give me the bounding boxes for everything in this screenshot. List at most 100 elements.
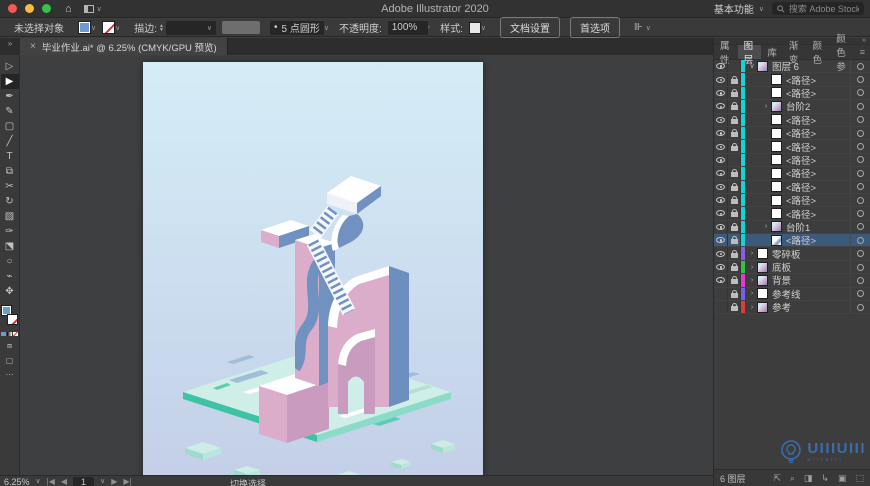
layer-thumbnail[interactable] [771, 100, 782, 112]
layer-name[interactable]: <路径> [786, 126, 816, 140]
lock-toggle[interactable] [728, 180, 741, 193]
toolbar-stroke-swatch[interactable] [6, 314, 18, 325]
layer-thumbnail[interactable] [771, 74, 782, 86]
layer-row[interactable]: <路径> [714, 180, 870, 194]
lock-toggle[interactable] [728, 247, 741, 260]
visibility-toggle[interactable] [714, 220, 728, 234]
pen-tool[interactable]: ✒ [1, 89, 19, 104]
layer-name[interactable]: <路径> [786, 140, 816, 154]
lock-toggle[interactable] [728, 287, 741, 301]
lock-toggle[interactable] [728, 274, 741, 287]
layer-row[interactable]: › 参考线 [714, 287, 870, 302]
visibility-toggle[interactable] [714, 153, 728, 167]
panel-tab-渐变[interactable]: 渐变 [783, 41, 807, 66]
prev-artboard-button[interactable]: ◀ [61, 477, 67, 486]
layer-thumbnail[interactable] [757, 60, 768, 72]
target-circle-icon[interactable] [857, 62, 864, 70]
target-circle-icon[interactable] [857, 223, 864, 231]
panel-tab-颜色参[interactable]: 颜色参 [830, 34, 860, 73]
last-artboard-button[interactable]: ▶| [123, 477, 131, 486]
target-circle-icon[interactable] [857, 156, 864, 164]
direct-selection-tool[interactable]: ▷ [1, 59, 19, 74]
none-button[interactable] [13, 332, 18, 336]
layer-name[interactable]: 底板 [772, 260, 791, 274]
panel-tab-库[interactable]: 库 [761, 45, 783, 59]
visibility-toggle[interactable] [714, 287, 728, 301]
type-tool[interactable]: T [1, 149, 19, 164]
layer-name[interactable]: 台阶2 [786, 99, 810, 113]
layer-name[interactable]: 参考线 [772, 287, 801, 301]
chevron-down-icon[interactable]: ∨ [324, 24, 329, 32]
zoom-tool[interactable]: ○ [1, 254, 19, 269]
layer-thumbnail[interactable] [771, 114, 782, 126]
layer-row[interactable]: › 台阶2 [714, 99, 870, 114]
layer-row[interactable]: › 底板 [714, 260, 870, 275]
lock-toggle[interactable] [728, 193, 741, 207]
visibility-toggle[interactable] [714, 73, 728, 86]
visibility-toggle[interactable] [714, 247, 728, 260]
expand-icon[interactable]: › [747, 277, 757, 284]
new-sublayer-icon[interactable]: ↳ [821, 473, 829, 484]
lock-toggle[interactable] [728, 73, 741, 86]
visibility-toggle[interactable] [714, 274, 728, 287]
layer-thumbnail[interactable] [771, 167, 782, 179]
stroke-weight-stepper[interactable]: ▲ ▼ [159, 23, 164, 32]
document-setup-button[interactable]: 文档设置 [500, 17, 560, 38]
lock-toggle[interactable] [728, 153, 741, 167]
color-button[interactable] [1, 332, 6, 336]
layer-name[interactable]: <路径> [786, 113, 816, 127]
layer-row[interactable]: <路径> [714, 140, 870, 154]
eyedropper-tool[interactable]: ✑ [1, 224, 19, 239]
layer-thumbnail[interactable] [771, 194, 782, 206]
fill-stroke-indicator[interactable] [0, 305, 19, 327]
layer-row[interactable]: <路径> [714, 73, 870, 87]
target-circle-icon[interactable] [857, 116, 864, 124]
layer-row[interactable]: › 台阶1 [714, 220, 870, 235]
layer-thumbnail[interactable] [757, 248, 768, 260]
layer-row[interactable]: <路径> [714, 193, 870, 208]
lock-toggle[interactable] [728, 207, 741, 220]
lock-toggle[interactable] [728, 301, 741, 314]
document-tab[interactable]: × 毕业作业.ai* @ 6.25% (CMYK/GPU 预览) [20, 38, 228, 55]
opacity-value[interactable]: 100% [387, 20, 428, 35]
target-circle-icon[interactable] [857, 263, 864, 271]
hand-tool[interactable]: ✥ [1, 284, 19, 299]
layer-thumbnail[interactable] [771, 234, 782, 246]
visibility-toggle[interactable] [714, 180, 728, 193]
chevron-down-icon[interactable]: ∨ [100, 477, 105, 485]
layer-row[interactable]: <路径> [714, 167, 870, 181]
layer-name[interactable]: <路径> [786, 73, 816, 87]
layer-name[interactable]: <路径> [786, 153, 816, 167]
expand-icon[interactable]: › [761, 223, 771, 230]
stroke-profile-select[interactable] [221, 21, 260, 34]
layer-thumbnail[interactable] [771, 181, 782, 193]
layer-row[interactable]: <路径> [714, 126, 870, 141]
layer-thumbnail[interactable] [771, 127, 782, 139]
layer-thumbnail[interactable] [757, 261, 768, 273]
expand-icon[interactable]: ∨ [747, 62, 757, 70]
opacity-chevron-icon[interactable]: › [428, 24, 430, 31]
lock-toggle[interactable] [728, 220, 741, 234]
draw-mode-icon[interactable]: ⧈ [7, 341, 12, 351]
artboard-number[interactable]: 1 [73, 477, 95, 486]
fill-color-swatch[interactable] [78, 21, 91, 34]
layer-name[interactable]: 背景 [772, 273, 791, 287]
layer-name[interactable]: <路径> [786, 86, 816, 100]
layer-thumbnail[interactable] [771, 154, 782, 166]
lock-toggle[interactable] [728, 60, 741, 73]
target-circle-icon[interactable] [857, 236, 864, 244]
target-circle-icon[interactable] [857, 276, 864, 284]
target-circle-icon[interactable] [857, 290, 864, 298]
layer-row[interactable]: <路径> [714, 207, 870, 221]
minimize-window-button[interactable] [25, 4, 34, 13]
panel-tab-图层[interactable]: 图层 [737, 41, 762, 66]
workspace-switcher[interactable]: 基本功能 ∨ [714, 1, 764, 16]
zoom-window-button[interactable] [42, 4, 51, 13]
lock-toggle[interactable] [728, 113, 741, 126]
adobe-stock-search-input[interactable]: 搜索 Adobe Stock [772, 2, 864, 15]
layer-thumbnail[interactable] [757, 301, 768, 313]
selection-tool[interactable]: ▶ [0, 74, 19, 89]
target-circle-icon[interactable] [857, 129, 864, 137]
visibility-toggle[interactable] [714, 301, 728, 314]
layer-row[interactable]: › 背景 [714, 273, 870, 288]
